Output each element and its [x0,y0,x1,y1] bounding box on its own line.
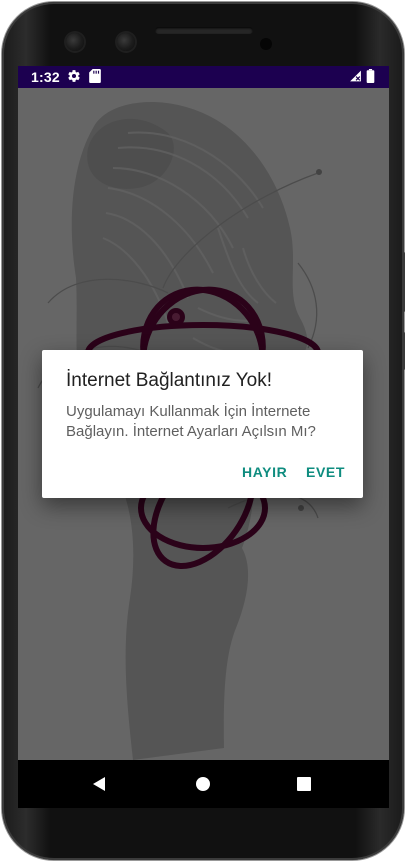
yes-button[interactable]: EVET [306,464,345,480]
status-time: 1:32 [31,69,60,85]
no-internet-dialog: İnternet Bağlantınız Yok! Uygulamayı Kul… [42,350,363,498]
front-camera-icon [66,33,84,51]
front-camera-icon [117,33,135,51]
navigation-bar [18,760,389,808]
dialog-message: Uygulamayı Kullanmak İçin İnternete Bağl… [66,403,316,440]
no-button[interactable]: HAYIR [242,464,287,480]
app-content: İnternet Bağlantınız Yok! Uygulamayı Kul… [18,88,389,760]
home-icon[interactable] [195,776,211,797]
status-bar: 1:32 [18,66,389,88]
dialog-title: İnternet Bağlantınız Yok! [66,370,272,391]
earpiece-speaker [155,27,253,34]
settings-gear-icon [67,69,81,86]
back-icon[interactable] [91,776,107,797]
device-screen: 1:32 İnternet Bağlantınız Yok! Uygulamay… [18,66,389,808]
recents-icon[interactable] [297,777,311,796]
phone-device: 1:32 İnternet Bağlantınız Yok! Uygulamay… [0,0,407,863]
battery-icon [366,69,375,86]
proximity-sensor [260,38,272,50]
sd-card-icon [89,69,101,86]
signal-no-data-icon [349,69,362,86]
power-button [402,332,405,370]
volume-button [402,252,405,312]
